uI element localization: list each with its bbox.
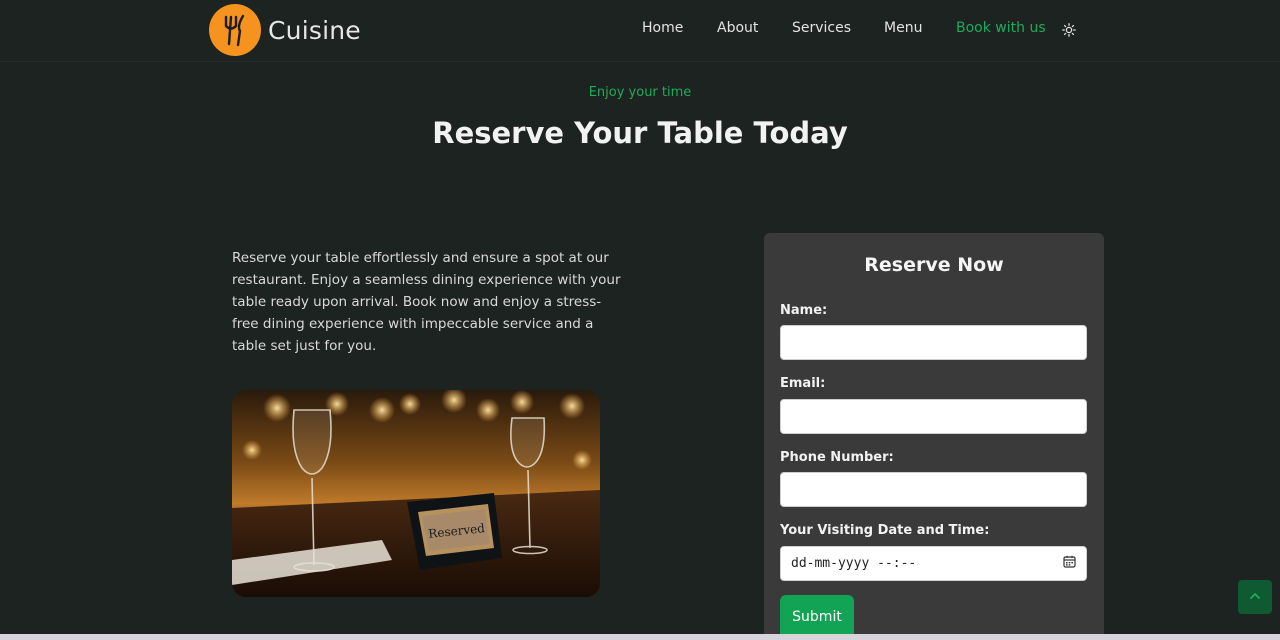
name-label: Name:	[780, 303, 828, 318]
nav-home[interactable]: Home	[642, 20, 683, 36]
nav-menu[interactable]: Menu	[884, 20, 922, 36]
form-title: Reserve Now	[864, 254, 1004, 276]
reservation-form: Reserve Now Name: Email: Phone Number: Y…	[764, 233, 1104, 640]
page-title: Reserve Your Table Today	[432, 116, 848, 150]
datetime-input[interactable]: dd-mm-yyyy --:--	[780, 546, 1087, 581]
nav-services[interactable]: Services	[792, 20, 851, 36]
phone-input[interactable]	[780, 472, 1087, 507]
sun-icon[interactable]	[1062, 22, 1076, 37]
section-eyebrow: Enjoy your time	[588, 85, 692, 100]
datetime-placeholder: dd-mm-yyyy --:--	[791, 556, 917, 571]
email-input[interactable]	[780, 399, 1087, 434]
email-label: Email:	[780, 376, 826, 391]
reserved-sign: Reserved	[407, 493, 502, 570]
name-input[interactable]	[780, 325, 1087, 360]
datetime-label: Your Visiting Date and Time:	[780, 523, 990, 538]
site-header: Cuisine Home About Services Menu Book wi…	[0, 0, 1280, 62]
intro-text: Reserve your table effortlessly and ensu…	[232, 250, 621, 354]
back-to-top-button[interactable]	[1238, 580, 1272, 614]
submit-button[interactable]: Submit	[780, 595, 854, 639]
phone-label: Phone Number:	[780, 450, 894, 465]
reserved-table-photo: Reserved	[232, 390, 600, 597]
nav-about[interactable]: About	[717, 20, 758, 36]
calendar-icon[interactable]	[1063, 555, 1076, 572]
page-bottom-edge	[0, 634, 1280, 640]
nav-book-with-us[interactable]: Book with us	[956, 20, 1046, 36]
main-nav: Home About Services Menu Book with us	[0, 20, 1280, 42]
chevron-up-icon	[1248, 588, 1262, 607]
